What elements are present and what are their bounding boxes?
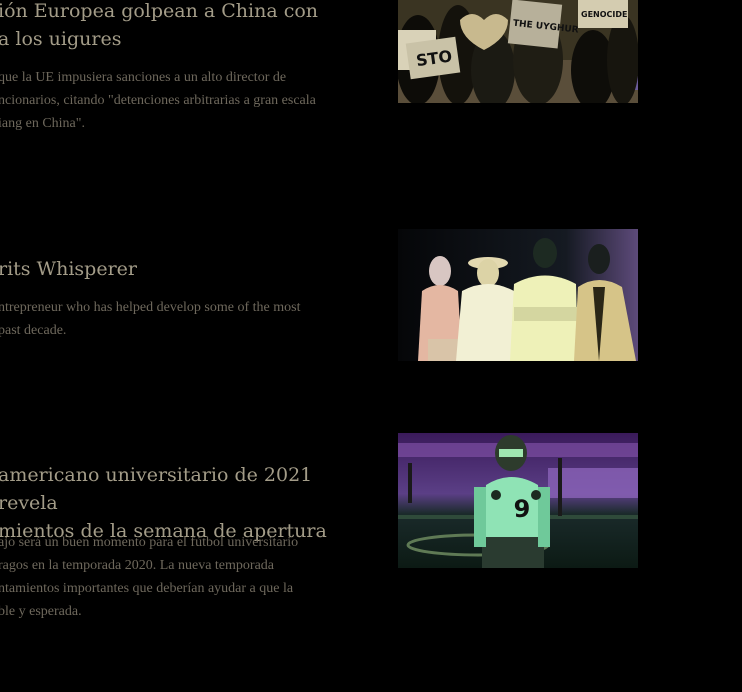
article-summary: que la UE impusiera sanciones a un alto … [0, 70, 316, 131]
football-player-photo-icon: 9 [398, 433, 638, 568]
article-headline[interactable]: rits Whisperer [0, 255, 358, 283]
article-thumbnail[interactable]: 9 [398, 433, 638, 568]
jersey-number: 9 [514, 495, 531, 523]
article-summary: ntrepreneur who has helped develop some … [0, 300, 301, 338]
sign-text: GENOCIDE [581, 10, 627, 19]
article-headline[interactable]: ión Europea golpean a China con a los ui… [0, 0, 358, 53]
article-summary: ajo será un buen momento para el fútbol … [0, 535, 299, 619]
article-thumbnail[interactable] [398, 229, 638, 361]
protest-photo-icon: STO THE UYGHUR GENOCIDE [398, 0, 638, 103]
article-thumbnail[interactable]: STO THE UYGHUR GENOCIDE [398, 0, 638, 103]
group-portrait-photo-icon [398, 229, 638, 361]
